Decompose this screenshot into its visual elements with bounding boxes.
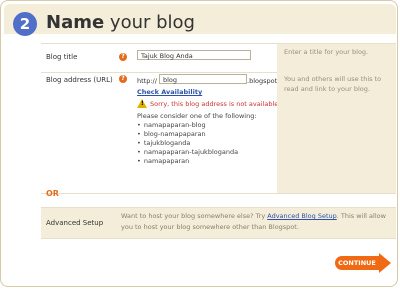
- warning-icon: [137, 99, 147, 108]
- title-bold: Name: [46, 12, 105, 33]
- blog-address-input[interactable]: blog: [159, 74, 247, 84]
- suggestion-item: namapaparan-tajukbloganda: [137, 148, 238, 157]
- page-title: Name your blog: [46, 12, 195, 33]
- continue-button[interactable]: CONTINUE: [335, 253, 391, 273]
- blog-address-help: You and others will use this to read and…: [284, 75, 382, 93]
- arrow-right-icon[interactable]: [379, 253, 391, 273]
- blog-address-label: Blog address (URL): [46, 76, 113, 84]
- advanced-blog-setup-link[interactable]: Advanced Blog Setup: [267, 212, 337, 220]
- advanced-text-before: Want to host your blog somewhere else? T…: [121, 212, 268, 220]
- advanced-setup-text: Want to host your blog somewhere else? T…: [121, 211, 391, 233]
- advanced-setup-row: Advanced Setup Want to host your blog so…: [41, 207, 396, 239]
- suggestion-item: namapaparan-blog: [137, 121, 238, 130]
- question-mark-icon[interactable]: ?: [119, 53, 127, 61]
- blog-title-row: Blog title ? Tajuk Blog Anda Enter a tit…: [41, 43, 396, 73]
- continue-label[interactable]: CONTINUE: [335, 256, 379, 270]
- suggestion-item: tajukbloganda: [137, 139, 238, 148]
- url-prefix: http://: [137, 77, 157, 85]
- step-badge: 2: [13, 12, 37, 36]
- blog-address-row: Blog address (URL) ? http:// blog .blogs…: [41, 71, 396, 194]
- blog-setup-frame: 2 Name your blog Blog title ? Tajuk Blog…: [0, 0, 398, 287]
- suggestion-item: namapaparan: [137, 157, 238, 166]
- title-rest: your blog: [109, 12, 195, 33]
- blog-title-help-panel: Enter a title for your blog.: [277, 44, 396, 72]
- suggestion-list: namapaparan-blogblog-namapaparantajukblo…: [137, 121, 238, 166]
- header: 2 Name your blog: [4, 4, 396, 36]
- suggestion-intro: Please consider one of the following:: [137, 112, 257, 120]
- check-availability-link[interactable]: Check Availability: [137, 88, 202, 96]
- error-message: Sorry, this blog address is not availabl…: [150, 100, 279, 108]
- blog-title-help: Enter a title for your blog.: [284, 48, 369, 56]
- or-label: OR: [46, 189, 59, 198]
- blog-title-label: Blog title: [46, 53, 78, 61]
- suggestion-item: blog-namapaparan: [137, 130, 238, 139]
- blog-address-help-panel: You and others will use this to read and…: [277, 71, 396, 193]
- blog-title-input[interactable]: Tajuk Blog Anda: [137, 50, 251, 60]
- question-mark-icon[interactable]: ?: [119, 75, 127, 83]
- advanced-setup-label: Advanced Setup: [46, 219, 104, 227]
